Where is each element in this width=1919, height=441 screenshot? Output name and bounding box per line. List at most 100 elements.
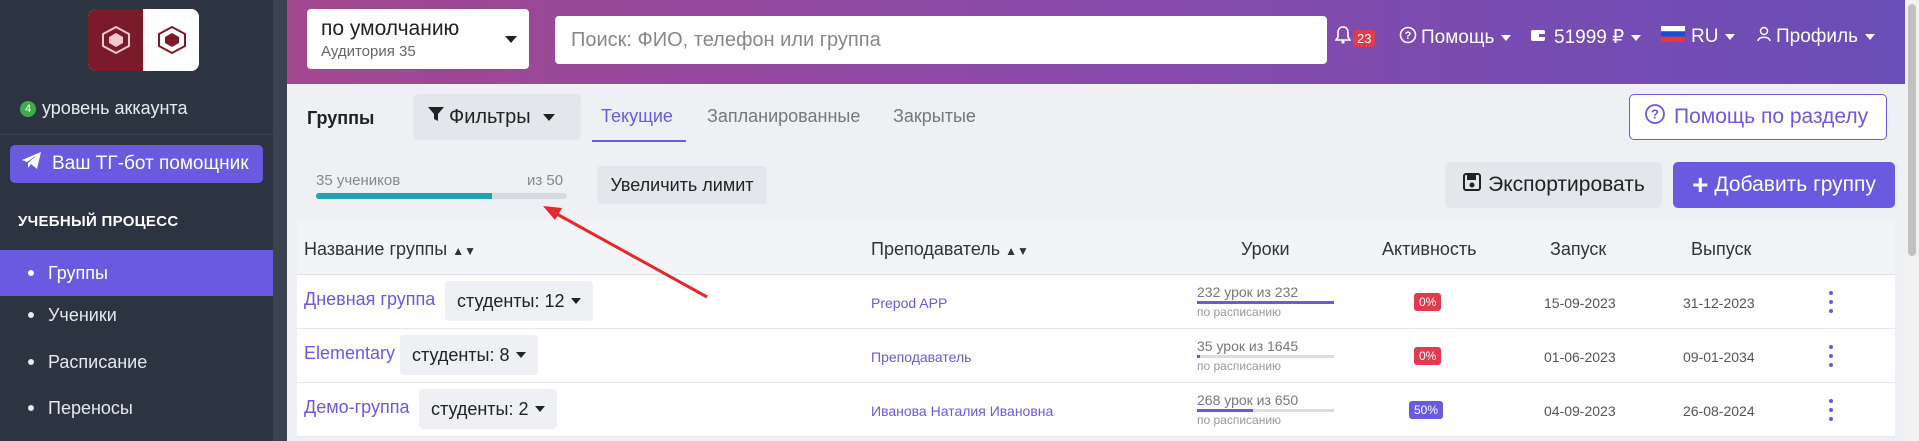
teacher-link[interactable]: Преподаватель — [871, 349, 971, 365]
school-name: по умолчанию — [321, 17, 460, 40]
sort-icon: ▲▼ — [1005, 244, 1029, 258]
question-circle-icon: ? — [1399, 26, 1417, 50]
sidebar-item-groups[interactable]: Группы — [0, 250, 273, 296]
row-menu-icon[interactable] — [1827, 399, 1835, 421]
lessons-progress: 35 урок из 1645 по расписанию — [1197, 338, 1337, 373]
lessons-count: 35 урок из 1645 — [1197, 338, 1299, 354]
column-header-lessons: Уроки — [1241, 239, 1290, 259]
funnel-icon — [427, 105, 445, 129]
add-group-label: Добавить группу — [1714, 173, 1876, 196]
account-level[interactable]: 4 уровень аккаунта — [20, 98, 187, 119]
start-date: 01-06-2023 — [1544, 349, 1616, 365]
students-limit-progress — [316, 193, 567, 199]
balance-menu[interactable]: 51999 ₽ — [1530, 26, 1642, 49]
table-row: Демо-группа студенты: 2 Иванова Наталия … — [297, 383, 1895, 437]
school-selector[interactable]: по умолчанию Аудитория 35 — [307, 9, 529, 69]
sidebar-divider — [0, 134, 273, 135]
sidebar-item-transfers[interactable]: Переносы — [0, 385, 273, 431]
students-count-label: студенты: 8 — [412, 344, 510, 365]
sidebar-scrollbar[interactable] — [273, 0, 287, 441]
column-header-label: Название группы — [304, 239, 448, 259]
table-row: Elementary студенты: 8 Преподаватель 35 … — [297, 329, 1895, 383]
bullet-icon — [28, 405, 34, 411]
tab-closed[interactable]: Закрытые — [893, 106, 976, 127]
logo-emblem-dark — [88, 9, 143, 71]
lessons-progress: 268 урок из 650 по расписанию — [1197, 392, 1337, 427]
sidebar-item-schedule[interactable]: Расписание — [0, 339, 273, 385]
start-date: 15-09-2023 — [1544, 295, 1616, 311]
bullet-icon — [28, 270, 34, 276]
section-help-label: Помощь по разделу — [1674, 105, 1869, 128]
teacher-link[interactable]: Prepod APP — [871, 295, 947, 311]
floppy-disk-icon — [1462, 172, 1482, 198]
lessons-bar — [1197, 301, 1334, 304]
chevron-down-icon — [534, 406, 545, 412]
column-header-end: Выпуск — [1691, 239, 1752, 259]
tab-planned[interactable]: Запланированные — [707, 106, 860, 127]
topbar: по умолчанию Аудитория 35 23 ? Помощь 51… — [287, 0, 1905, 84]
end-date: 26-08-2024 — [1683, 403, 1755, 419]
column-header-name[interactable]: Название группы ▲▼ — [304, 239, 476, 260]
activity-badge: 0% — [1414, 293, 1442, 311]
wallet-icon — [1530, 27, 1546, 49]
notifications-count: 23 — [1353, 29, 1376, 47]
students-limit-progress-fill — [316, 193, 492, 199]
chevron-down-icon — [570, 298, 581, 304]
sidebar-item-students[interactable]: Ученики — [0, 292, 273, 338]
row-menu-icon[interactable] — [1827, 291, 1835, 313]
students-dropdown[interactable]: студенты: 8 — [400, 335, 538, 375]
notifications-button[interactable]: 23 — [1334, 26, 1376, 50]
groups-table: Название группы ▲▼ Преподаватель ▲▼ Уроки … — [297, 221, 1895, 437]
lessons-count: 268 урок из 650 — [1197, 392, 1299, 408]
section-help-button[interactable]: ? Помощь по разделу — [1629, 94, 1887, 140]
students-limit: из 50 — [527, 172, 564, 189]
column-header-teacher[interactable]: Преподаватель ▲▼ — [871, 239, 1029, 260]
start-date: 04-09-2023 — [1544, 403, 1616, 419]
active-tab-indicator — [592, 140, 686, 142]
sidebar-item-label: Переносы — [48, 397, 133, 418]
page-scrollbar-thumb[interactable] — [1908, 4, 1916, 256]
chevron-down-icon — [1501, 35, 1512, 41]
profile-menu[interactable]: Профиль — [1757, 26, 1876, 48]
section-title: УЧЕБНЫЙ ПРОЦЕСС — [18, 213, 179, 230]
tg-bot-button[interactable]: Ваш ТГ-бот помощник — [10, 145, 263, 183]
user-icon — [1757, 26, 1771, 48]
profile-label: Профиль — [1776, 26, 1859, 47]
increase-limit-button[interactable]: Увеличить лимит — [597, 166, 767, 204]
group-name-link[interactable]: Дневная группа — [304, 289, 435, 310]
help-label: Помощь — [1421, 27, 1495, 48]
students-dropdown[interactable]: студенты: 2 — [419, 389, 557, 429]
end-date: 09-01-2034 — [1683, 349, 1755, 365]
logo-emblem-light — [143, 9, 199, 71]
teacher-link[interactable]: Иванова Наталия Ивановна — [871, 403, 1053, 419]
end-date: 31-12-2023 — [1683, 295, 1755, 311]
column-header-activity: Активность — [1382, 239, 1477, 259]
group-name-link[interactable]: Elementary — [304, 343, 395, 364]
tab-current[interactable]: Текущие — [601, 106, 673, 127]
lessons-bar-fill — [1197, 355, 1200, 358]
level-badge: 4 — [20, 100, 36, 117]
question-circle-icon: ? — [1644, 103, 1666, 131]
lessons-progress: 232 урок из 232 по расписанию — [1197, 284, 1337, 319]
svg-text:?: ? — [1651, 107, 1659, 122]
students-dropdown[interactable]: студенты: 12 — [445, 281, 593, 321]
help-menu[interactable]: ? Помощь — [1399, 26, 1512, 50]
add-group-button[interactable]: + Добавить группу — [1673, 162, 1895, 208]
students-count-label: студенты: 12 — [457, 290, 565, 311]
chevron-down-icon — [505, 36, 517, 43]
row-menu-icon[interactable] — [1827, 345, 1835, 367]
chevron-down-icon — [1631, 34, 1642, 41]
svg-text:?: ? — [1405, 30, 1412, 42]
language-menu[interactable]: RU — [1661, 26, 1736, 48]
search-input[interactable] — [555, 16, 1327, 64]
filters-button[interactable]: Фильтры — [413, 94, 581, 140]
export-button[interactable]: Экспортировать — [1445, 162, 1662, 208]
school-logo[interactable] — [88, 9, 199, 71]
lessons-bar — [1197, 409, 1334, 412]
activity-badge: 50% — [1409, 401, 1444, 419]
column-header-start: Запуск — [1550, 239, 1607, 259]
table-row: Дневная группа студенты: 12 Prepod APP 2… — [297, 275, 1895, 329]
chevron-down-icon — [542, 113, 555, 121]
group-name-link[interactable]: Демо-группа — [304, 397, 409, 418]
bell-icon — [1334, 26, 1352, 50]
